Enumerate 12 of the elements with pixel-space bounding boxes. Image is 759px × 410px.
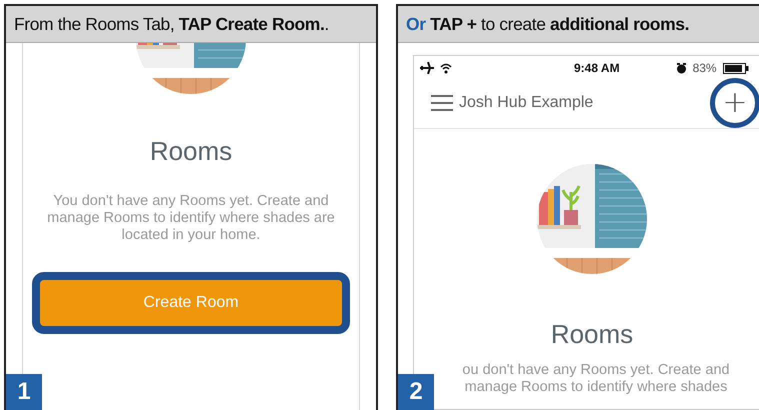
step-number: 2 (398, 374, 434, 410)
add-room-button[interactable]: + (710, 78, 759, 128)
rooms-title: Rooms (550, 319, 634, 350)
status-time: 9:48 AM (574, 61, 620, 75)
step-caption: Or TAP + to create additional rooms. (398, 6, 759, 43)
step-number: 1 (6, 374, 42, 410)
empty-message: You don't have any Rooms yet. Create and manage Rooms to identify where shades are located in your home. (46, 193, 336, 244)
step-caption: From the Rooms Tab, TAP Create Room.. (6, 6, 376, 43)
empty-message: ou don't have any Rooms yet. Create and manage Rooms to identify where shades (461, 362, 731, 396)
rooms-title: Rooms (150, 136, 232, 167)
battery-percent: 83% (692, 61, 717, 75)
hub-name: Josh Hub Example (459, 94, 594, 112)
